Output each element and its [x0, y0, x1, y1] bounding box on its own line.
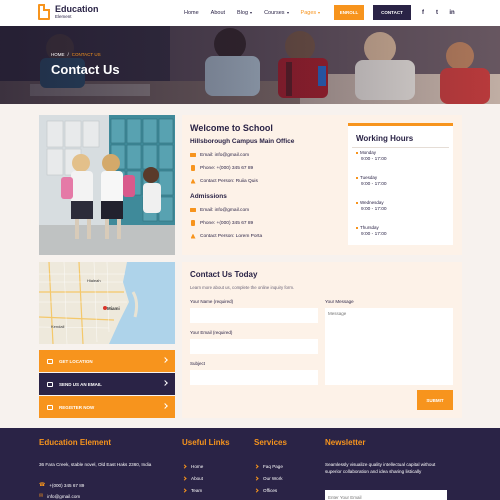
- hours-row: Wednesday 9:00 - 17:00: [356, 200, 387, 212]
- footer-services-title: Services: [254, 438, 287, 447]
- chevron-right-icon: [162, 380, 168, 386]
- enroll-button[interactable]: ENROLL: [334, 5, 364, 20]
- main-nav: Home About Blog Courses Pages: [184, 0, 332, 26]
- nav-item-about[interactable]: About: [211, 10, 225, 16]
- contact-button[interactable]: CONTACT: [373, 5, 411, 20]
- twitter-icon[interactable]: t: [432, 8, 442, 18]
- chevron-right-icon: [254, 488, 259, 493]
- name-input[interactable]: [190, 308, 318, 323]
- footer-newsletter-text: Seamlessly visualize quality intellectua…: [325, 462, 436, 474]
- contact-form: Contact Us Today Learn more about us, co…: [182, 262, 462, 418]
- phone-icon: ☎: [39, 482, 46, 488]
- mail-icon: ✉: [39, 493, 44, 499]
- nav-item-blog[interactable]: Blog: [237, 10, 253, 16]
- hours-row: Tuesday 9:00 - 17:00: [356, 175, 387, 187]
- contact-form-title: Contact Us Today: [190, 270, 258, 279]
- mail-icon: [190, 208, 196, 212]
- breadcrumb-separator: /: [67, 52, 69, 57]
- welcome-title: Welcome to School: [190, 123, 273, 133]
- linkedin-icon[interactable]: in: [447, 8, 457, 18]
- footer-email[interactable]: ✉ info@gmail.com: [39, 493, 80, 499]
- campus-phone[interactable]: Phone: +(000) 345 67 89: [190, 165, 253, 171]
- site-header: Education Element Home About Blog Course…: [0, 0, 500, 26]
- footer-link-home[interactable]: Home: [182, 464, 203, 469]
- map-label-miami: Miami: [107, 306, 120, 311]
- admissions-title: Admissions: [190, 193, 227, 200]
- chevron-down-icon: [250, 12, 253, 14]
- name-label: Your Name (required): [190, 299, 234, 304]
- logo[interactable]: Education Element: [38, 4, 99, 20]
- subject-input[interactable]: [190, 370, 318, 385]
- location-icon: [47, 358, 53, 364]
- footer-address: 36 Fara Creek, stable novel, Old East Ha…: [39, 462, 152, 467]
- nav-item-home[interactable]: Home: [184, 10, 199, 16]
- phone-icon: [191, 165, 195, 171]
- breadcrumb: HOME / CONTACT US: [51, 52, 101, 57]
- phone-icon: [191, 220, 195, 226]
- chevron-down-icon: [318, 12, 321, 14]
- register-now-button[interactable]: REGISTER NOW: [39, 396, 175, 418]
- footer-links-title: Useful Links: [182, 438, 230, 447]
- chevron-right-icon: [254, 476, 259, 481]
- admissions-email[interactable]: Email: info@gmail.com: [190, 207, 249, 213]
- map-label-kendall: Kendall: [51, 324, 65, 329]
- submit-button[interactable]: SUBMIT: [417, 390, 453, 410]
- person-icon: [190, 178, 196, 184]
- message-textarea[interactable]: [325, 308, 453, 385]
- chevron-right-icon: [162, 403, 168, 409]
- footer-phone[interactable]: ☎ +(000) 345 67 89: [39, 482, 84, 488]
- admissions-contact-person: Contact Person: Lorem Porta: [190, 233, 262, 239]
- chevron-right-icon: [182, 488, 187, 493]
- hours-row: Thursday 9:00 - 17:00: [356, 225, 387, 237]
- mail-icon: [47, 381, 53, 387]
- footer-service-faq[interactable]: Faq Page: [254, 464, 283, 469]
- send-email-button[interactable]: SEND US AN EMAIL: [39, 373, 175, 395]
- map-label-hialeah: Hialeah: [87, 278, 101, 283]
- divider: [352, 147, 449, 148]
- campus-title: Hillsborough Campus Main Office: [190, 138, 295, 145]
- footer-service-work[interactable]: Our Work: [254, 476, 283, 481]
- chevron-right-icon: [182, 464, 187, 469]
- footer-link-about[interactable]: About: [182, 476, 203, 481]
- subject-label: Subject: [190, 361, 206, 366]
- page-title: Contact Us: [51, 62, 120, 77]
- breadcrumb-home[interactable]: HOME: [51, 52, 65, 57]
- chevron-down-icon: [286, 12, 289, 14]
- get-location-button[interactable]: GET LOCATION: [39, 350, 175, 372]
- email-input[interactable]: [190, 339, 318, 354]
- nav-item-courses[interactable]: Courses: [264, 10, 289, 16]
- chevron-right-icon: [254, 464, 259, 469]
- campus-email[interactable]: Email: info@gmail.com: [190, 152, 249, 158]
- working-hours-card: Working Hours Monday 9:00 - 17:00 Tuesda…: [348, 123, 453, 245]
- hours-row: Monday 9:00 - 17:00: [356, 150, 387, 162]
- email-label: Your Email (required): [190, 330, 233, 335]
- nav-item-pages[interactable]: Pages: [301, 10, 321, 16]
- newsletter-email-input[interactable]: [325, 490, 447, 500]
- chevron-right-icon: [162, 357, 168, 363]
- message-label: Your Message: [325, 299, 354, 304]
- school-hallway-photo: [39, 115, 175, 255]
- logo-subtitle: Element: [55, 13, 72, 19]
- logo-title: Education: [55, 3, 99, 14]
- footer-brand-title: Education Element: [39, 438, 112, 447]
- book-icon: [38, 4, 50, 20]
- mail-icon: [190, 153, 196, 157]
- location-map[interactable]: Hialeah Miami Kendall: [39, 262, 175, 344]
- person-icon: [190, 233, 196, 239]
- site-footer: Education Element 36 Fara Creek, stable …: [0, 428, 500, 500]
- footer-service-offices[interactable]: Offices: [254, 488, 277, 493]
- contact-form-subtitle: Learn more about us, complete the online…: [190, 285, 295, 290]
- footer-link-team[interactable]: Team: [182, 488, 202, 493]
- footer-newsletter-title: Newsletter: [325, 438, 366, 447]
- breadcrumb-current: CONTACT US: [71, 52, 101, 57]
- hero-banner: HOME / CONTACT US Contact Us: [0, 26, 500, 104]
- facebook-icon[interactable]: f: [418, 8, 428, 18]
- working-hours-title: Working Hours: [356, 134, 414, 143]
- admissions-phone[interactable]: Phone: +(000) 345 67 89: [190, 220, 253, 226]
- campus-contact-person: Contact Person: Ruiia Quis: [190, 178, 258, 184]
- register-icon: [47, 404, 53, 410]
- chevron-right-icon: [182, 476, 187, 481]
